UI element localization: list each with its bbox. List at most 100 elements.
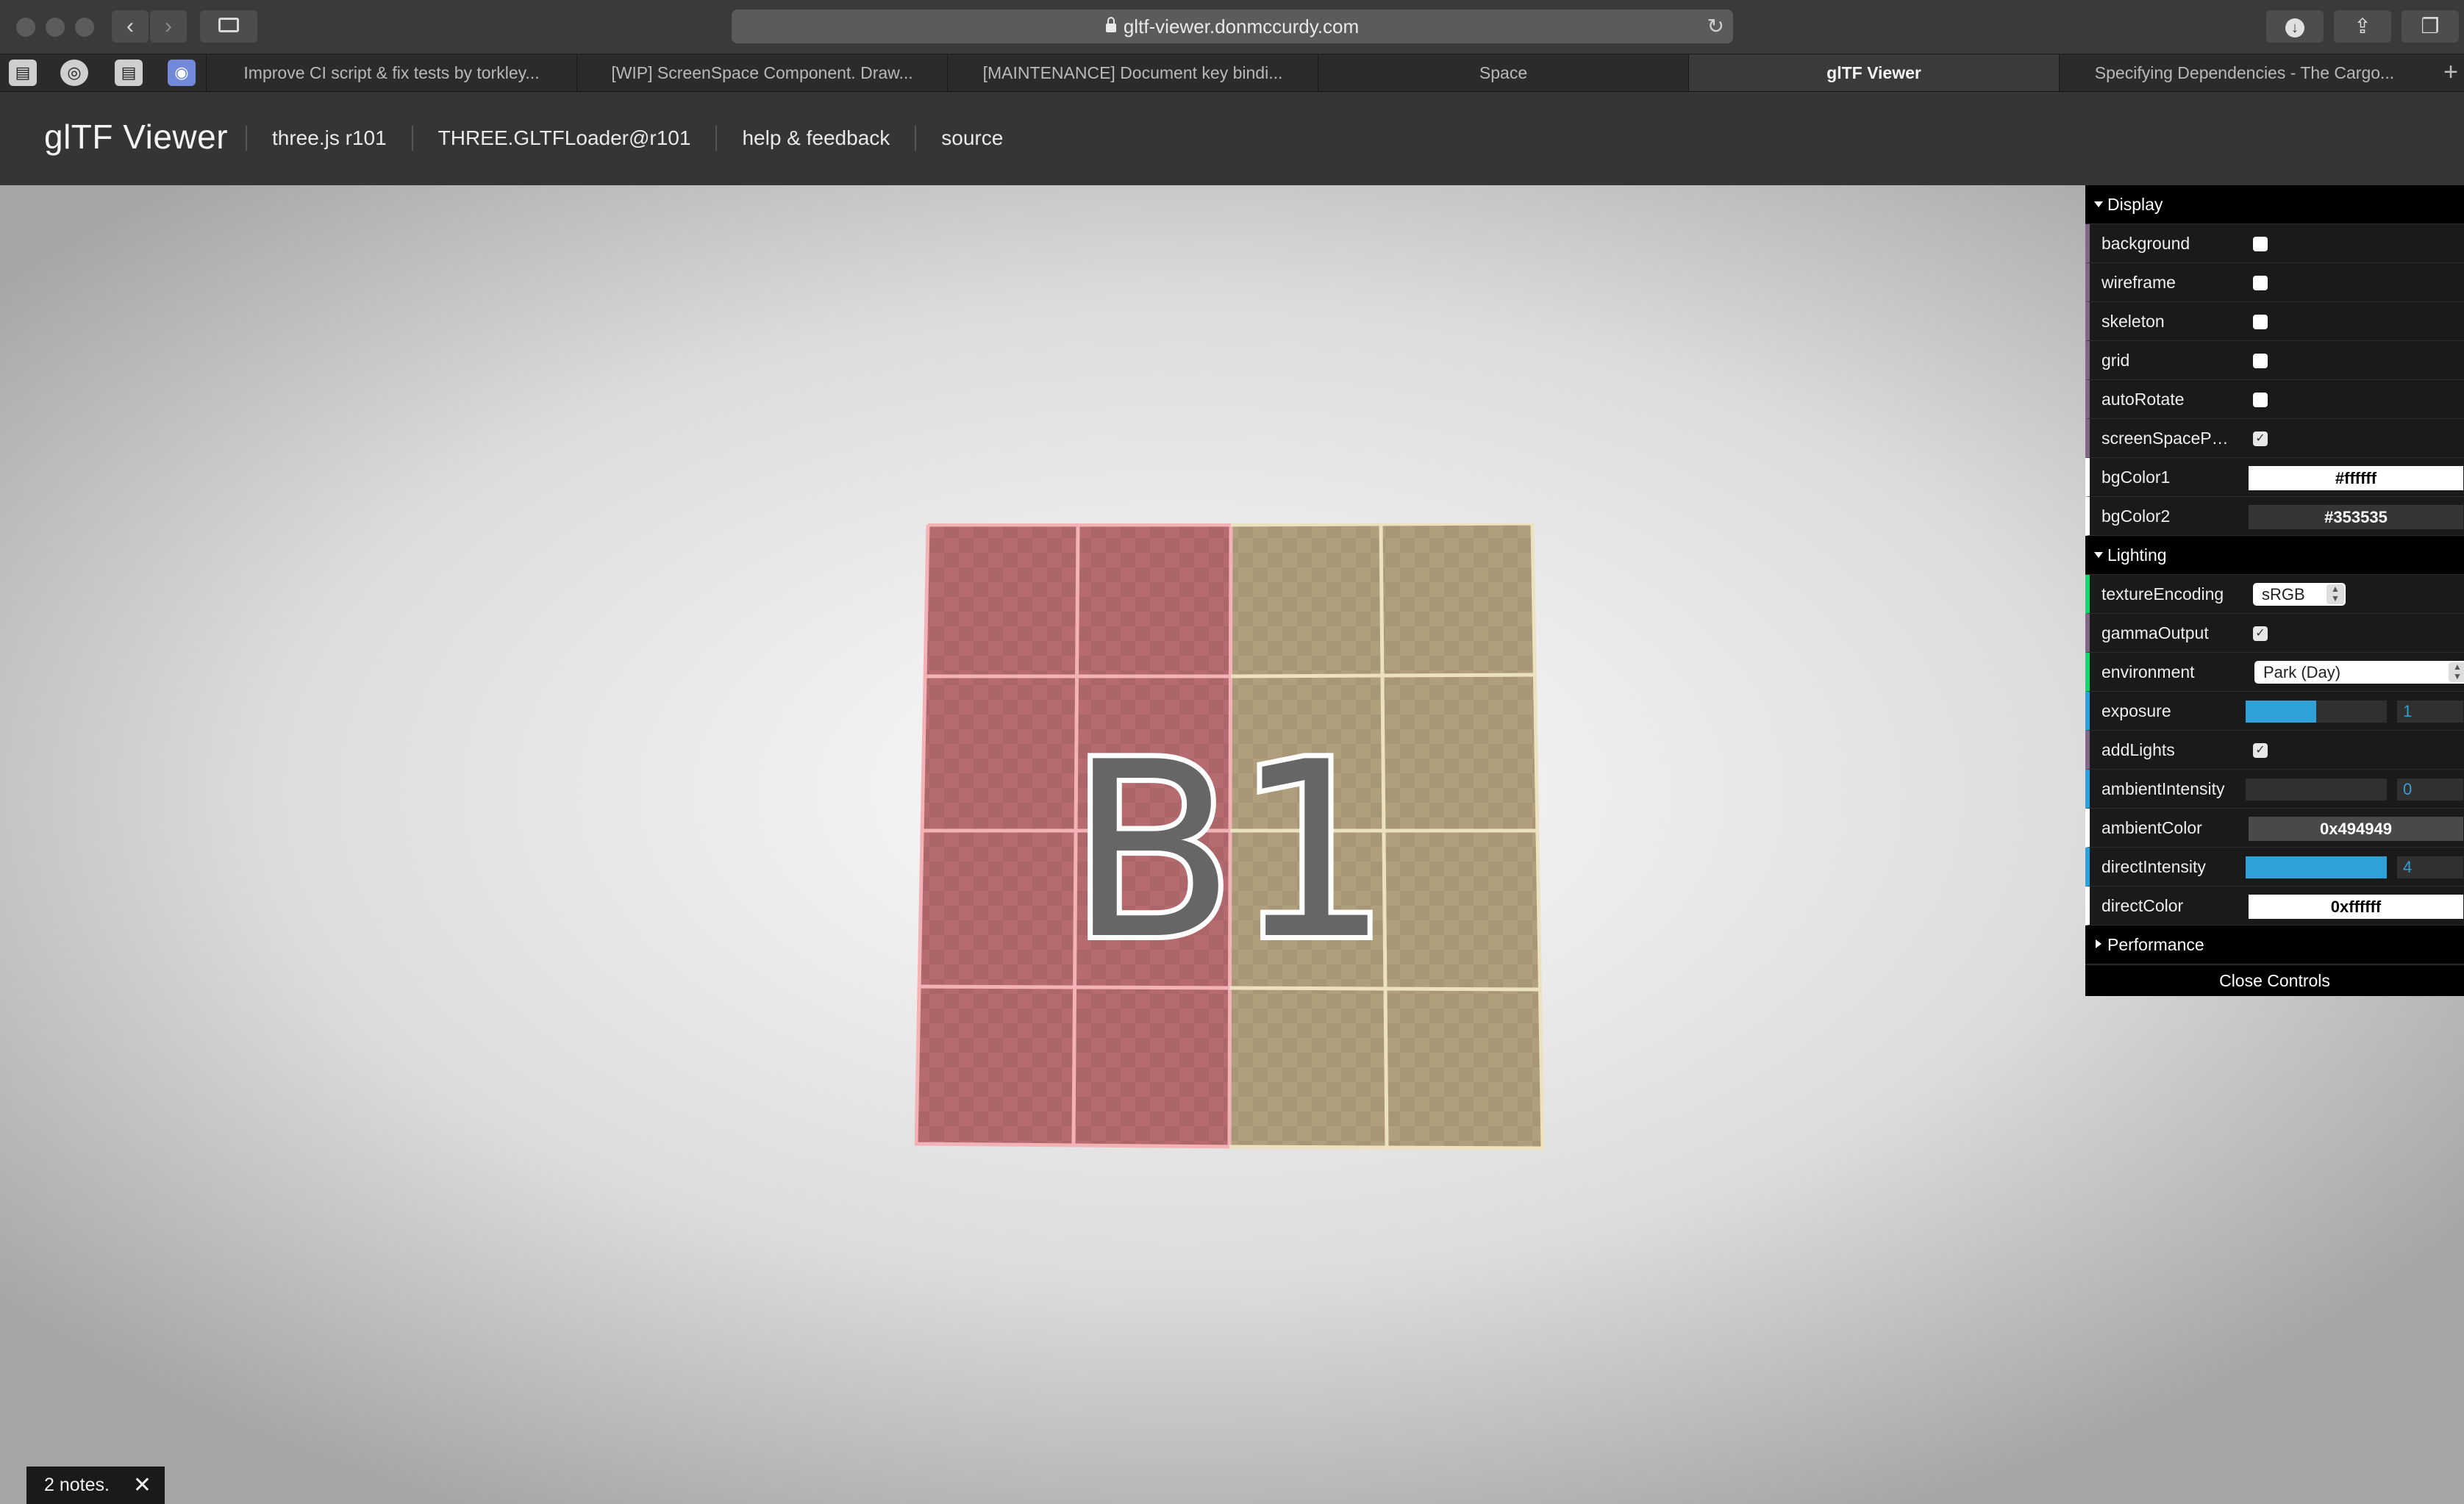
control-textureencoding: textureEncoding sRGB ▲ ▼ (2085, 575, 2464, 614)
tab[interactable]: [WIP] ScreenSpace Component. Draw... (576, 54, 947, 91)
screenspacepanning-checkbox[interactable]: ✓ (2253, 431, 2268, 446)
nav-link-help[interactable]: help & feedback (715, 126, 915, 151)
background-checkbox[interactable] (2253, 237, 2268, 251)
nav-link-threejs[interactable]: three.js r101 (246, 126, 412, 151)
address-bar[interactable]: gltf-viewer.donmccurdy.com ↻ (732, 10, 1733, 43)
grid-checkbox[interactable] (2253, 354, 2268, 368)
exposure-input[interactable]: 1 (2397, 701, 2463, 723)
control-label: directIntensity (2101, 857, 2206, 876)
control-wireframe: wireframe (2085, 263, 2464, 302)
folder-display-label: Display (2107, 195, 2163, 214)
notes-badge[interactable]: 2 notes. ✕ (26, 1467, 165, 1504)
lock-icon (1105, 17, 1116, 32)
slider-fill (2246, 701, 2316, 723)
tab[interactable]: Space (1318, 54, 1688, 91)
environment-select[interactable]: Park (Day) ▲ ▼ (2254, 661, 2464, 684)
control-label: addLights (2101, 740, 2175, 759)
pinned-tab-page-icon[interactable]: ▤ (115, 60, 143, 86)
wireframe-checkbox[interactable] (2253, 276, 2268, 290)
tabs-icon: ❐ (2421, 15, 2440, 37)
forward-button[interactable]: › (150, 10, 187, 43)
control-skeleton: skeleton (2085, 302, 2464, 341)
model-label-text: B1 (1069, 710, 1390, 992)
bgcolor1-input[interactable]: #ffffff (2249, 466, 2463, 490)
tab[interactable]: [MAINTENANCE] Document key bindi... (947, 54, 1318, 91)
triangle-down-icon (2094, 552, 2103, 558)
control-background: background (2085, 224, 2464, 263)
checkmark-icon: ✓ (2255, 432, 2265, 445)
chevron-left-icon: ‹ (126, 14, 134, 38)
tab[interactable]: Improve CI script & fix tests by torkley… (206, 54, 576, 91)
close-controls-button[interactable]: Close Controls (2085, 964, 2464, 996)
window-zoom-button[interactable] (75, 18, 94, 37)
exposure-slider[interactable] (2246, 701, 2387, 723)
autorotate-checkbox[interactable] (2253, 393, 2268, 407)
folder-performance[interactable]: Performance (2085, 925, 2464, 964)
control-label: grid (2101, 351, 2130, 370)
reload-icon[interactable]: ↻ (1707, 10, 1724, 43)
triangle-down-icon (2094, 201, 2103, 207)
pinned-tab-page-icon[interactable]: ▤ (9, 60, 37, 86)
control-addlights: addLights ✓ (2085, 731, 2464, 770)
sidebar-toggle-button[interactable] (200, 10, 257, 43)
close-icon[interactable]: ✕ (133, 1467, 151, 1504)
control-label: bgColor2 (2101, 506, 2171, 526)
control-label: background (2101, 234, 2190, 253)
back-button[interactable]: ‹ (112, 10, 149, 43)
download-icon: ↓ (2285, 18, 2304, 37)
control-label: environment (2101, 662, 2195, 681)
url-text: gltf-viewer.donmccurdy.com (1123, 15, 1360, 37)
control-grid: grid (2085, 341, 2464, 380)
nav-link-gltfloader[interactable]: THREE.GLTFLoader@r101 (411, 126, 716, 151)
share-icon: ⇪ (2354, 15, 2371, 37)
tab-active[interactable]: glTF Viewer (1688, 54, 2059, 91)
folder-lighting[interactable]: Lighting (2085, 536, 2464, 575)
control-directcolor: directColor 0xffffff (2085, 887, 2464, 925)
tab-overview-button[interactable]: ❐ (2401, 10, 2459, 43)
notes-label: 2 notes. (44, 1475, 110, 1495)
control-autorotate: autoRotate (2085, 380, 2464, 419)
directintensity-input[interactable]: 4 (2397, 856, 2463, 878)
control-screenspacepanning: screenSpacePan... ✓ (2085, 419, 2464, 458)
control-label: bgColor1 (2101, 468, 2171, 487)
control-label: screenSpacePan... (2101, 429, 2238, 448)
control-ambientintensity: ambientIntensity 0 (2085, 770, 2464, 809)
texture-quad: B1 (915, 523, 1545, 1150)
control-label: exposure (2101, 701, 2171, 720)
window-minimize-button[interactable] (46, 18, 65, 37)
gammaoutput-checkbox[interactable]: ✓ (2253, 626, 2268, 641)
ambientintensity-slider[interactable] (2246, 778, 2387, 801)
control-label: gammaOutput (2101, 623, 2209, 642)
select-value: Park (Day) (2263, 663, 2341, 681)
window-close-button[interactable] (16, 18, 35, 37)
tab-bar: ▤ ◎ ▤ ◉ Improve CI script & fix tests by… (0, 54, 2464, 92)
textureencoding-select[interactable]: sRGB ▲ ▼ (2253, 583, 2346, 606)
addlights-checkbox[interactable]: ✓ (2253, 743, 2268, 758)
control-label: skeleton (2101, 312, 2165, 331)
header-nav: three.js r101 THREE.GLTFLoader@r101 help… (246, 126, 1028, 151)
skeleton-checkbox[interactable] (2253, 315, 2268, 329)
downloads-button[interactable]: ↓ (2266, 10, 2324, 43)
new-tab-button[interactable]: + (2443, 54, 2458, 90)
select-value: sRGB (2262, 585, 2305, 604)
ambientcolor-input[interactable]: 0x494949 (2249, 817, 2463, 841)
ambientintensity-input[interactable]: 0 (2397, 778, 2463, 801)
bgcolor2-input[interactable]: #353535 (2249, 505, 2463, 529)
nav-link-source[interactable]: source (915, 126, 1028, 151)
pinned-tab-discord-icon[interactable]: ◉ (168, 60, 196, 86)
folder-display[interactable]: Display (2085, 185, 2464, 224)
share-button[interactable]: ⇪ (2334, 10, 2391, 43)
pinned-tab-github-icon[interactable]: ◎ (60, 60, 88, 86)
control-bgcolor2: bgColor2 #353535 (2085, 497, 2464, 536)
control-label: wireframe (2101, 273, 2176, 292)
control-exposure: exposure 1 (2085, 692, 2464, 731)
directcolor-input[interactable]: 0xffffff (2249, 895, 2463, 919)
control-label: ambientColor (2101, 818, 2202, 837)
control-label: ambientIntensity (2101, 779, 2225, 798)
tab[interactable]: Specifying Dependencies - The Cargo... (2059, 54, 2429, 91)
directintensity-slider[interactable] (2246, 856, 2387, 878)
control-environment: environment Park (Day) ▲ ▼ (2085, 653, 2464, 692)
app-title: glTF Viewer (44, 118, 229, 156)
control-ambientcolor: ambientColor 0x494949 (2085, 809, 2464, 848)
browser-toolbar: ‹ › gltf-viewer.donmccurdy.com ↻ ↓ ⇪ ❐ (0, 0, 2464, 54)
